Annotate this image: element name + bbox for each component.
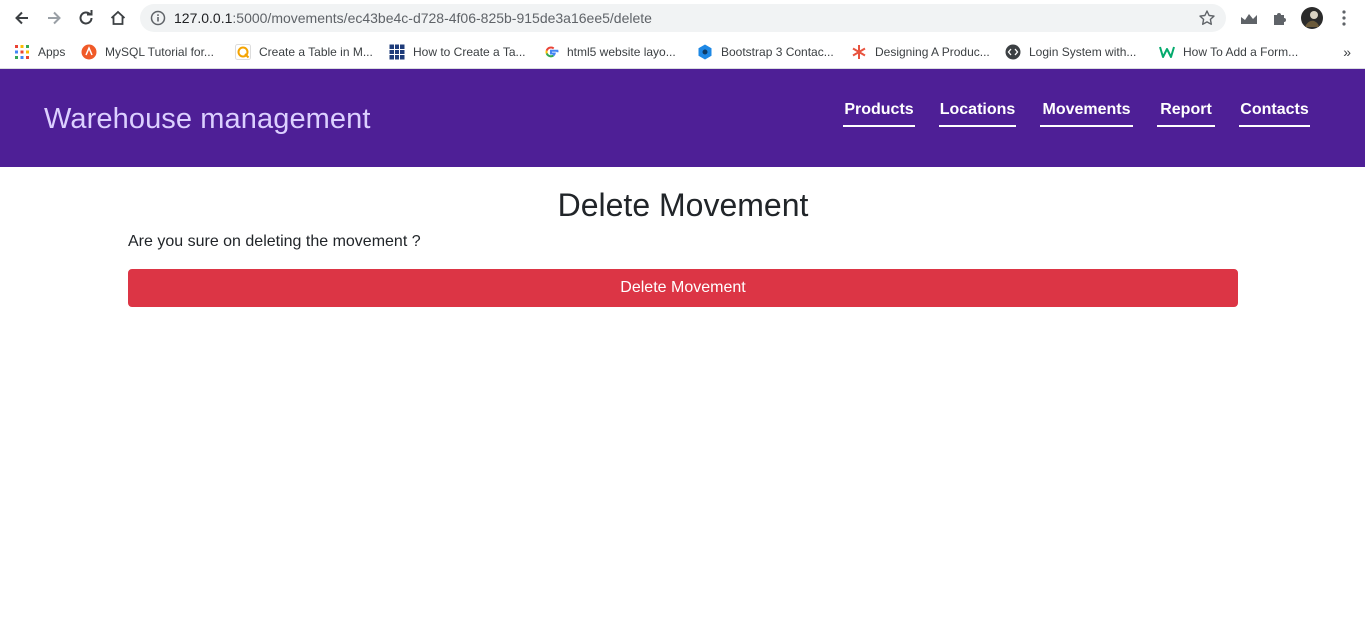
extensions-puzzle-icon[interactable]	[1268, 6, 1292, 30]
page-title: Delete Movement	[557, 187, 809, 223]
bookmark-label: html5 website layo...	[567, 45, 676, 59]
reload-icon[interactable]	[74, 6, 98, 30]
bookmarks-bar: Apps MySQL Tutorial for... Create a Tabl…	[0, 36, 1365, 69]
bookmarks-overflow-chevron-icon[interactable]: »	[1343, 44, 1351, 60]
bookmark-designing-product[interactable]: Designing A Produc...	[851, 42, 990, 62]
bookmark-add-form[interactable]: How To Add a Form...	[1159, 42, 1298, 62]
apps-grid-icon	[14, 44, 30, 60]
bookmark-label: Login System with...	[1029, 45, 1137, 59]
nav-contacts[interactable]: Contacts	[1239, 99, 1310, 127]
bookmark-label: Bootstrap 3 Contac...	[721, 45, 834, 59]
bookmark-create-table[interactable]: Create a Table in M...	[235, 42, 373, 62]
url-text: 127.0.0.1:5000/movements/ec43be4c-d728-4…	[174, 10, 652, 26]
brand-title[interactable]: Warehouse management	[44, 101, 371, 137]
app-header: Warehouse management Products Locations …	[0, 69, 1365, 167]
bookmark-how-to-create-table[interactable]: How to Create a Ta...	[389, 42, 526, 62]
nav-locations[interactable]: Locations	[939, 99, 1016, 127]
browser-menu-icon[interactable]	[1332, 6, 1356, 30]
nav-products[interactable]: Products	[843, 99, 915, 127]
confirm-message: Are you sure on deleting the movement ?	[128, 233, 421, 250]
profile-avatar-icon[interactable]	[1300, 6, 1324, 30]
bookmark-label: How to Create a Ta...	[413, 45, 526, 59]
table-grid-icon	[389, 44, 405, 60]
bookmark-html5-layout[interactable]: html5 website layo...	[543, 42, 676, 62]
delete-movement-button[interactable]: Delete Movement	[128, 269, 1238, 307]
bookmark-star-icon[interactable]	[1198, 9, 1216, 27]
google-g-icon	[543, 44, 559, 60]
bookmark-label: Create a Table in M...	[259, 45, 373, 59]
address-bar[interactable]: 127.0.0.1:5000/movements/ec43be4c-d728-4…	[140, 4, 1226, 32]
bootstrap-hex-icon	[697, 44, 713, 60]
browser-toolbar: 127.0.0.1:5000/movements/ec43be4c-d728-4…	[0, 0, 1365, 36]
w-logo-icon	[1159, 44, 1175, 60]
code-brackets-icon	[1005, 44, 1021, 60]
home-icon[interactable]	[106, 6, 130, 30]
bookmark-apps[interactable]: Apps	[14, 42, 65, 62]
bookmark-label: Designing A Produc...	[875, 45, 990, 59]
bookmark-login-system[interactable]: Login System with...	[1005, 42, 1136, 62]
bookmark-label: Apps	[38, 45, 66, 59]
back-icon[interactable]	[10, 6, 34, 30]
site-info-icon[interactable]	[150, 10, 166, 26]
forward-icon[interactable]	[42, 6, 66, 30]
bookmark-mysql-tutorial[interactable]: MySQL Tutorial for...	[81, 42, 214, 62]
bookmark-label: How To Add a Form...	[1183, 45, 1299, 59]
asterisk-icon	[851, 44, 867, 60]
bookmark-label: MySQL Tutorial for...	[105, 45, 214, 59]
mysql-tutorial-icon	[81, 44, 97, 60]
nav-movements[interactable]: Movements	[1040, 99, 1133, 127]
extension-chart-icon[interactable]	[1237, 6, 1261, 30]
nav-report[interactable]: Report	[1157, 99, 1215, 127]
bookmark-bootstrap-contact[interactable]: Bootstrap 3 Contac...	[697, 42, 834, 62]
create-table-icon	[235, 44, 251, 60]
